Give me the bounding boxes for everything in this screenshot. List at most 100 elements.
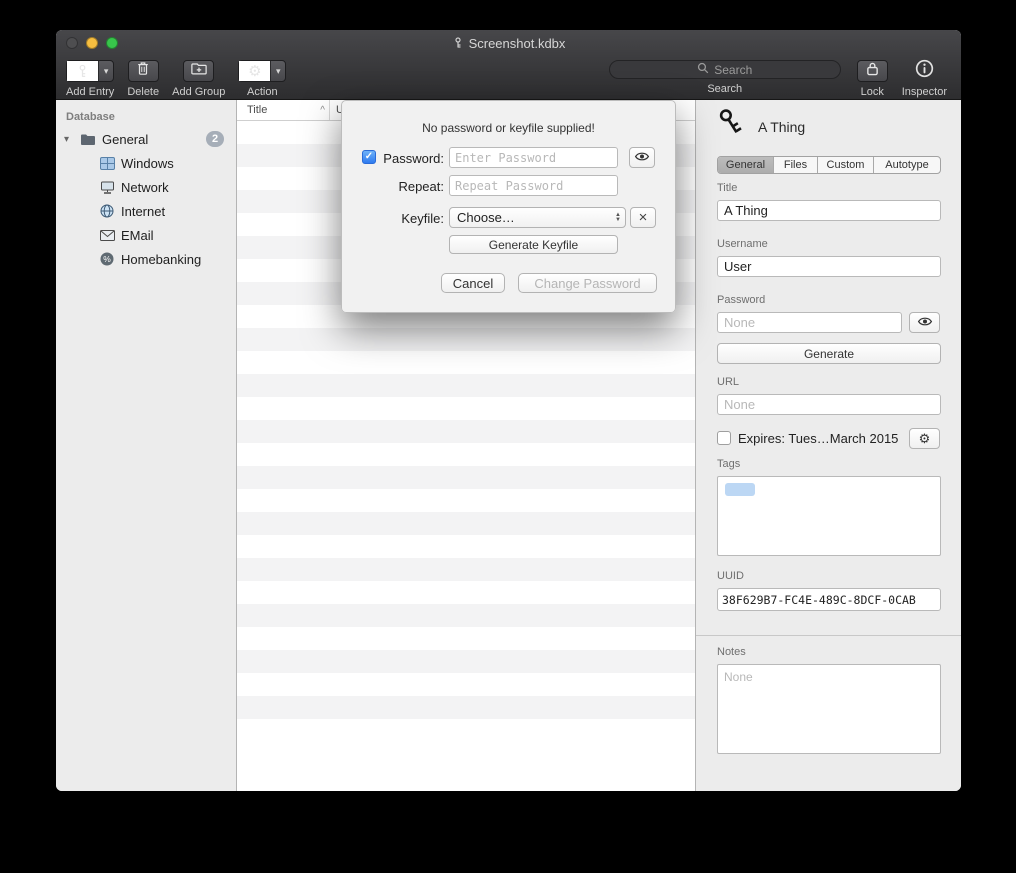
sort-ascending-icon: ^	[320, 105, 325, 116]
sidebar-item-label: EMail	[121, 228, 154, 243]
eye-icon	[634, 150, 650, 165]
sidebar-item-email[interactable]: EMail	[56, 223, 236, 247]
trash-icon	[136, 61, 150, 81]
expires-settings-button[interactable]: ⚙	[909, 428, 940, 449]
disclosure-triangle-icon[interactable]: ▾	[64, 134, 76, 145]
search-label: Search	[707, 83, 742, 95]
chevron-down-icon: ▾	[276, 66, 281, 77]
svg-text:%: %	[103, 254, 111, 264]
titlebar: Screenshot.kdbx	[56, 30, 961, 56]
document-key-icon	[452, 37, 464, 49]
toolbar-right: Search Search Lock	[609, 60, 949, 98]
entry-key-icon	[711, 102, 752, 145]
sidebar-item-general[interactable]: ▾ General 2	[56, 127, 236, 151]
inspector-divider	[696, 635, 961, 636]
action-label: Action	[247, 86, 278, 98]
notes-field[interactable]: None	[717, 664, 941, 754]
minimize-button[interactable]	[86, 37, 98, 49]
envelope-icon	[97, 230, 117, 241]
notes-label: Notes	[717, 646, 746, 658]
tab-general[interactable]: General	[718, 157, 774, 173]
eye-icon	[917, 315, 933, 330]
sidebar-item-network[interactable]: Network	[56, 175, 236, 199]
toolbar: ▾ Add Entry Delete Add Group	[56, 56, 961, 98]
close-button[interactable]	[66, 37, 78, 49]
toolbar-item-inspector: Inspector	[902, 60, 947, 98]
add-group-label: Add Group	[172, 86, 225, 98]
zoom-button[interactable]	[106, 37, 118, 49]
sidebar-item-label: Network	[121, 180, 169, 195]
inspector-panel: A Thing General Files Custom Autotype Ti…	[695, 100, 961, 791]
percent-coin-icon: %	[97, 252, 117, 266]
action-dropdown[interactable]: ▾	[270, 61, 285, 81]
delete-button[interactable]	[128, 60, 159, 82]
folder-icon	[78, 133, 98, 146]
password-field[interactable]	[717, 312, 902, 333]
toolbar-item-add-entry: ▾ Add Entry	[66, 60, 114, 98]
sidebar-item-label: General	[102, 132, 148, 147]
expires-checkbox[interactable]	[717, 431, 731, 445]
dialog-repeat-label: Repeat:	[378, 179, 444, 194]
lock-button[interactable]	[857, 60, 888, 82]
clear-keyfile-button[interactable]: ×	[630, 207, 656, 228]
sidebar-item-internet[interactable]: Internet	[56, 199, 236, 223]
action-button[interactable]: ⚙ ▾	[238, 60, 286, 82]
sidebar-item-label: Homebanking	[121, 252, 201, 267]
search-placeholder: Search	[714, 63, 752, 77]
inspector-label: Inspector	[902, 86, 947, 98]
entry-title-heading: A Thing	[758, 119, 805, 135]
chevron-down-icon: ▾	[104, 66, 109, 77]
generate-keyfile-button[interactable]: Generate Keyfile	[449, 235, 618, 254]
sidebar-item-homebanking[interactable]: % Homebanking	[56, 247, 236, 271]
tab-custom[interactable]: Custom	[818, 157, 874, 173]
username-field-label: Username	[717, 238, 768, 250]
inspector-tabs: General Files Custom Autotype	[717, 156, 941, 174]
url-field-label: URL	[717, 376, 739, 388]
title-field-label: Title	[717, 182, 737, 194]
cancel-button[interactable]: Cancel	[441, 273, 505, 293]
dialog-repeat-input[interactable]	[449, 175, 618, 196]
dialog-keyfile-label: Keyfile:	[378, 211, 444, 226]
change-password-button[interactable]: Change Password	[518, 273, 657, 293]
tag-chip[interactable]	[725, 483, 755, 496]
reveal-password-button[interactable]	[909, 312, 940, 333]
keyfile-popup-button[interactable]: Choose… ▲ ▼	[449, 207, 626, 228]
generate-password-button[interactable]: Generate	[717, 343, 941, 364]
dialog-reveal-password-button[interactable]	[629, 147, 655, 168]
uuid-field[interactable]	[717, 588, 941, 611]
column-header-title[interactable]: Title ^	[237, 100, 330, 120]
inspector-toggle-button[interactable]	[915, 60, 934, 82]
gear-icon: ⚙	[919, 431, 931, 447]
tab-files[interactable]: Files	[774, 157, 818, 173]
search-input[interactable]: Search	[609, 60, 841, 79]
lock-label: Lock	[861, 86, 884, 98]
monitor-icon	[97, 181, 117, 194]
toolbar-item-search: Search Search	[609, 60, 841, 95]
username-field[interactable]	[717, 256, 941, 277]
lock-icon	[866, 61, 879, 81]
notes-placeholder: None	[718, 665, 940, 689]
sidebar-item-windows[interactable]: Windows	[56, 151, 236, 175]
add-entry-button[interactable]: ▾	[66, 60, 114, 82]
add-entry-dropdown[interactable]: ▾	[98, 61, 113, 81]
tags-box[interactable]	[717, 476, 941, 556]
password-enable-checkbox[interactable]: ✓	[362, 150, 376, 164]
gear-icon: ⚙	[239, 61, 270, 81]
window-chrome: Screenshot.kdbx ▾ Add Entry	[56, 30, 961, 100]
title-field[interactable]	[717, 200, 941, 221]
uuid-label: UUID	[717, 570, 744, 582]
info-icon	[915, 59, 934, 83]
dialog-message: No password or keyfile supplied!	[342, 121, 675, 135]
tab-autotype[interactable]: Autotype	[874, 157, 940, 173]
add-group-button[interactable]	[183, 60, 214, 82]
toolbar-item-action: ⚙ ▾ Action	[238, 60, 286, 98]
dialog-password-input[interactable]	[449, 147, 618, 168]
password-field-label: Password	[717, 294, 765, 306]
popup-stepper-icon: ▲ ▼	[615, 213, 621, 223]
key-plus-icon	[67, 61, 98, 81]
window-title: Screenshot.kdbx	[452, 36, 566, 51]
add-entry-label: Add Entry	[66, 86, 114, 98]
traffic-lights	[66, 37, 118, 49]
close-x-icon: ×	[639, 209, 648, 226]
url-field[interactable]	[717, 394, 941, 415]
